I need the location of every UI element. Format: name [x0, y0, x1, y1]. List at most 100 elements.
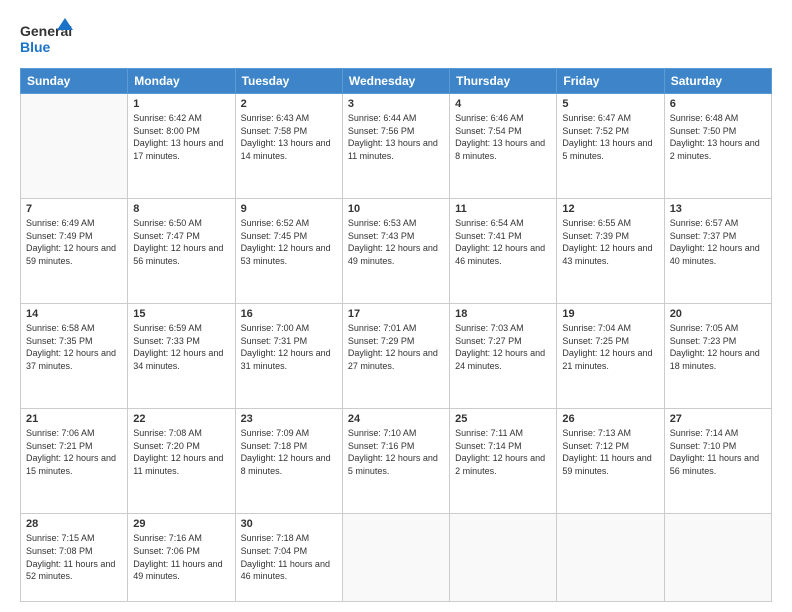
day-number: 28: [26, 518, 122, 530]
sunset-label: Sunset: 7:58 PM: [241, 126, 308, 136]
day-info: Sunrise: 6:54 AM Sunset: 7:41 PM Dayligh…: [455, 217, 551, 267]
day-info: Sunrise: 6:55 AM Sunset: 7:39 PM Dayligh…: [562, 217, 658, 267]
daylight-label: Daylight: 12 hours and 15 minutes.: [26, 453, 116, 476]
day-info: Sunrise: 6:57 AM Sunset: 7:37 PM Dayligh…: [670, 217, 766, 267]
empty-cell: [21, 94, 128, 199]
day-number: 4: [455, 98, 551, 110]
daylight-label: Daylight: 12 hours and 27 minutes.: [348, 348, 438, 371]
sunrise-label: Sunrise: 6:55 AM: [562, 218, 631, 228]
sunrise-label: Sunrise: 6:54 AM: [455, 218, 524, 228]
day-info: Sunrise: 7:16 AM Sunset: 7:06 PM Dayligh…: [133, 532, 229, 582]
daylight-label: Daylight: 12 hours and 40 minutes.: [670, 243, 760, 266]
daylight-label: Daylight: 12 hours and 5 minutes.: [348, 453, 438, 476]
daylight-label: Daylight: 12 hours and 21 minutes.: [562, 348, 652, 371]
day-info: Sunrise: 7:04 AM Sunset: 7:25 PM Dayligh…: [562, 322, 658, 372]
daylight-label: Daylight: 12 hours and 2 minutes.: [455, 453, 545, 476]
empty-cell: [450, 514, 557, 602]
daylight-label: Daylight: 12 hours and 11 minutes.: [133, 453, 223, 476]
day-cell-21: 21 Sunrise: 7:06 AM Sunset: 7:21 PM Dayl…: [21, 409, 128, 514]
day-cell-28: 28 Sunrise: 7:15 AM Sunset: 7:08 PM Dayl…: [21, 514, 128, 602]
day-number: 11: [455, 203, 551, 215]
daylight-label: Daylight: 12 hours and 53 minutes.: [241, 243, 331, 266]
day-cell-25: 25 Sunrise: 7:11 AM Sunset: 7:14 PM Dayl…: [450, 409, 557, 514]
day-info: Sunrise: 6:48 AM Sunset: 7:50 PM Dayligh…: [670, 112, 766, 162]
sunrise-label: Sunrise: 7:13 AM: [562, 428, 631, 438]
day-cell-29: 29 Sunrise: 7:16 AM Sunset: 7:06 PM Dayl…: [128, 514, 235, 602]
day-info: Sunrise: 6:42 AM Sunset: 8:00 PM Dayligh…: [133, 112, 229, 162]
sunset-label: Sunset: 7:37 PM: [670, 231, 737, 241]
sunset-label: Sunset: 7:25 PM: [562, 336, 629, 346]
day-header-tuesday: Tuesday: [235, 69, 342, 94]
empty-cell: [664, 514, 771, 602]
sunset-label: Sunset: 7:54 PM: [455, 126, 522, 136]
day-info: Sunrise: 7:14 AM Sunset: 7:10 PM Dayligh…: [670, 427, 766, 477]
daylight-label: Daylight: 11 hours and 46 minutes.: [241, 559, 330, 582]
day-cell-14: 14 Sunrise: 6:58 AM Sunset: 7:35 PM Dayl…: [21, 304, 128, 409]
daylight-label: Daylight: 13 hours and 14 minutes.: [241, 138, 331, 161]
empty-cell: [557, 514, 664, 602]
day-number: 19: [562, 308, 658, 320]
sunrise-label: Sunrise: 6:43 AM: [241, 113, 310, 123]
day-header-wednesday: Wednesday: [342, 69, 449, 94]
daylight-label: Daylight: 11 hours and 59 minutes.: [562, 453, 651, 476]
week-row-2: 7 Sunrise: 6:49 AM Sunset: 7:49 PM Dayli…: [21, 199, 772, 304]
sunset-label: Sunset: 7:12 PM: [562, 441, 629, 451]
week-row-5: 28 Sunrise: 7:15 AM Sunset: 7:08 PM Dayl…: [21, 514, 772, 602]
sunrise-label: Sunrise: 6:48 AM: [670, 113, 739, 123]
day-info: Sunrise: 6:46 AM Sunset: 7:54 PM Dayligh…: [455, 112, 551, 162]
day-number: 16: [241, 308, 337, 320]
sunrise-label: Sunrise: 6:53 AM: [348, 218, 417, 228]
day-cell-12: 12 Sunrise: 6:55 AM Sunset: 7:39 PM Dayl…: [557, 199, 664, 304]
day-number: 8: [133, 203, 229, 215]
sunrise-label: Sunrise: 6:58 AM: [26, 323, 95, 333]
day-cell-27: 27 Sunrise: 7:14 AM Sunset: 7:10 PM Dayl…: [664, 409, 771, 514]
daylight-label: Daylight: 12 hours and 34 minutes.: [133, 348, 223, 371]
day-number: 3: [348, 98, 444, 110]
day-number: 1: [133, 98, 229, 110]
sunset-label: Sunset: 7:56 PM: [348, 126, 415, 136]
day-cell-15: 15 Sunrise: 6:59 AM Sunset: 7:33 PM Dayl…: [128, 304, 235, 409]
daylight-label: Daylight: 12 hours and 18 minutes.: [670, 348, 760, 371]
sunrise-label: Sunrise: 7:03 AM: [455, 323, 524, 333]
sunset-label: Sunset: 8:00 PM: [133, 126, 200, 136]
daylight-label: Daylight: 13 hours and 8 minutes.: [455, 138, 545, 161]
day-info: Sunrise: 7:15 AM Sunset: 7:08 PM Dayligh…: [26, 532, 122, 582]
sunrise-label: Sunrise: 6:59 AM: [133, 323, 202, 333]
daylight-label: Daylight: 13 hours and 5 minutes.: [562, 138, 652, 161]
sunrise-label: Sunrise: 6:57 AM: [670, 218, 739, 228]
day-info: Sunrise: 7:05 AM Sunset: 7:23 PM Dayligh…: [670, 322, 766, 372]
day-number: 12: [562, 203, 658, 215]
daylight-label: Daylight: 12 hours and 43 minutes.: [562, 243, 652, 266]
sunrise-label: Sunrise: 7:06 AM: [26, 428, 95, 438]
sunset-label: Sunset: 7:29 PM: [348, 336, 415, 346]
sunrise-label: Sunrise: 7:14 AM: [670, 428, 739, 438]
daylight-label: Daylight: 11 hours and 52 minutes.: [26, 559, 115, 582]
day-cell-30: 30 Sunrise: 7:18 AM Sunset: 7:04 PM Dayl…: [235, 514, 342, 602]
day-cell-26: 26 Sunrise: 7:13 AM Sunset: 7:12 PM Dayl…: [557, 409, 664, 514]
empty-cell: [342, 514, 449, 602]
sunset-label: Sunset: 7:52 PM: [562, 126, 629, 136]
day-number: 26: [562, 413, 658, 425]
sunset-label: Sunset: 7:08 PM: [26, 546, 93, 556]
daylight-label: Daylight: 12 hours and 37 minutes.: [26, 348, 116, 371]
day-number: 21: [26, 413, 122, 425]
day-header-friday: Friday: [557, 69, 664, 94]
daylight-label: Daylight: 12 hours and 46 minutes.: [455, 243, 545, 266]
daylight-label: Daylight: 13 hours and 11 minutes.: [348, 138, 438, 161]
sunrise-label: Sunrise: 6:44 AM: [348, 113, 417, 123]
sunrise-label: Sunrise: 7:08 AM: [133, 428, 202, 438]
daylight-label: Daylight: 11 hours and 49 minutes.: [133, 559, 222, 582]
day-cell-19: 19 Sunrise: 7:04 AM Sunset: 7:25 PM Dayl…: [557, 304, 664, 409]
sunrise-label: Sunrise: 6:46 AM: [455, 113, 524, 123]
daylight-label: Daylight: 12 hours and 56 minutes.: [133, 243, 223, 266]
day-info: Sunrise: 6:44 AM Sunset: 7:56 PM Dayligh…: [348, 112, 444, 162]
week-row-4: 21 Sunrise: 7:06 AM Sunset: 7:21 PM Dayl…: [21, 409, 772, 514]
day-cell-23: 23 Sunrise: 7:09 AM Sunset: 7:18 PM Dayl…: [235, 409, 342, 514]
day-info: Sunrise: 6:52 AM Sunset: 7:45 PM Dayligh…: [241, 217, 337, 267]
day-number: 6: [670, 98, 766, 110]
daylight-label: Daylight: 11 hours and 56 minutes.: [670, 453, 759, 476]
sunset-label: Sunset: 7:16 PM: [348, 441, 415, 451]
sunset-label: Sunset: 7:33 PM: [133, 336, 200, 346]
daylight-label: Daylight: 12 hours and 49 minutes.: [348, 243, 438, 266]
day-info: Sunrise: 6:49 AM Sunset: 7:49 PM Dayligh…: [26, 217, 122, 267]
